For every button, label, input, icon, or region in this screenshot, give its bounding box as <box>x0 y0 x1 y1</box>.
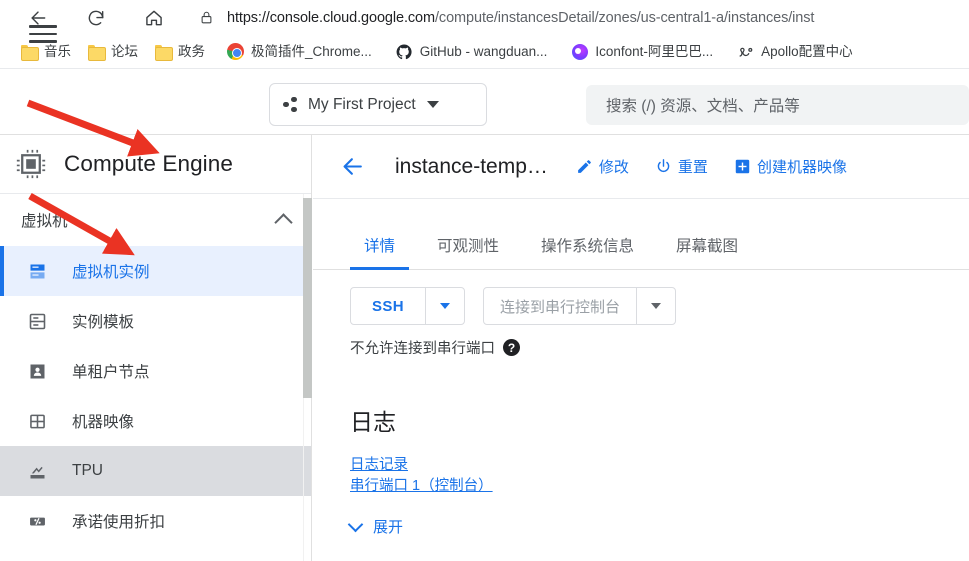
sidebar: Compute Engine 虚拟机 虚拟机实例 实例模板 单租户节点 机器映像… <box>0 135 312 561</box>
project-dots-icon <box>282 96 300 114</box>
url-path: /compute/instancesDetail/zones/us-centra… <box>435 9 815 26</box>
bookmark-github[interactable]: GitHub - wangduan... <box>390 39 554 65</box>
tpu-icon <box>26 460 48 482</box>
search-placeholder: 搜索 (/) 资源、文档、产品等 <box>606 98 800 115</box>
sidebar-group-label: 虚拟机 <box>21 213 68 230</box>
detail-tabs: 详情 可观测性 操作系统信息 屏幕截图 <box>313 218 969 270</box>
page-title: instance-temp… <box>395 154 548 178</box>
url-scheme-host: https:// <box>227 9 270 26</box>
logging-link[interactable]: 日志记录 <box>350 455 408 476</box>
bookmark-iconfont[interactable]: Iconfont-阿里巴巴... <box>565 39 719 65</box>
chevron-up-icon[interactable] <box>274 212 293 232</box>
chevron-down-icon <box>347 516 364 533</box>
main-menu-icon[interactable] <box>29 25 57 43</box>
instance-template-icon <box>26 310 48 332</box>
log-links: 日志记录 串行端口 1（控制台） <box>313 455 969 497</box>
serial-port-1-link[interactable]: 串行端口 1（控制台） <box>350 476 493 497</box>
product-title: Compute Engine <box>64 151 234 176</box>
create-machine-image-button[interactable]: 创建机器映像 <box>734 156 847 177</box>
sole-tenant-node-icon <box>26 360 48 382</box>
serial-console-split-button[interactable]: 连接到串行控制台 <box>483 287 677 325</box>
bookmark-forum[interactable]: 论坛 <box>81 39 144 65</box>
expand-label: 展开 <box>373 519 404 536</box>
create-machine-image-label: 创建机器映像 <box>756 159 847 176</box>
reset-button-label: 重置 <box>677 159 708 176</box>
chrome-store-icon <box>227 43 244 60</box>
sidebar-item-sole-tenant-nodes[interactable]: 单租户节点 <box>0 346 311 396</box>
bookmarks-bar: 音乐 论坛 政务 极简插件_Chrome... GitHub - wangdua… <box>0 35 969 69</box>
browser-reload-icon[interactable] <box>80 2 112 34</box>
address-bar[interactable]: https://console.cloud.google.com/compute… <box>185 1 969 34</box>
serial-port-note-text: 不允许连接到串行端口 <box>350 341 495 357</box>
project-name: My First Project <box>308 95 416 113</box>
logs-section-title: 日志 <box>350 409 396 435</box>
apollo-icon <box>737 43 754 60</box>
serial-console-dropdown-button[interactable] <box>637 288 675 324</box>
folder-icon <box>20 43 39 61</box>
chevron-down-icon <box>426 101 439 108</box>
tab-screenshot[interactable]: 屏幕截图 <box>662 234 752 269</box>
folder-icon <box>87 43 106 61</box>
power-icon <box>655 158 672 175</box>
connect-actions-row: SSH 连接到串行控制台 <box>313 287 969 325</box>
vm-instance-icon <box>26 260 48 282</box>
sidebar-item-tpu[interactable]: TPU <box>0 446 311 496</box>
back-arrow-icon[interactable] <box>339 154 365 180</box>
machine-image-icon <box>26 410 48 432</box>
serial-port-note: 不允许连接到串行端口 ? <box>313 337 969 358</box>
sidebar-item-label: 单租户节点 <box>72 364 150 381</box>
sidebar-item-label: 虚拟机实例 <box>72 264 150 281</box>
edit-button-label: 修改 <box>598 159 629 176</box>
sidebar-item-instance-templates[interactable]: 实例模板 <box>0 296 311 346</box>
chevron-down-icon <box>440 303 451 309</box>
expand-toggle[interactable]: 展开 <box>313 516 969 537</box>
sidebar-item-label: 机器映像 <box>72 414 135 431</box>
bookmark-government[interactable]: 政务 <box>148 39 211 65</box>
project-selector[interactable]: My First Project <box>269 83 487 126</box>
github-icon <box>396 43 413 60</box>
ssh-dropdown-button[interactable] <box>426 288 464 324</box>
sidebar-item-label: 承诺使用折扣 <box>72 514 166 531</box>
sidebar-item-vm-instances[interactable]: 虚拟机实例 <box>0 246 311 296</box>
tab-details[interactable]: 详情 <box>350 234 410 270</box>
sidebar-scrollbar-thumb[interactable] <box>303 198 312 398</box>
sidebar-item-label: TPU <box>72 462 103 479</box>
url-text: https://console.cloud.google.com/compute… <box>227 9 815 26</box>
browser-toolbar: https://console.cloud.google.com/compute… <box>0 0 969 35</box>
sidebar-item-label: 实例模板 <box>72 314 135 331</box>
edit-button[interactable]: 修改 <box>576 156 629 177</box>
browser-home-icon[interactable] <box>138 2 170 34</box>
tab-observability[interactable]: 可观测性 <box>423 234 513 269</box>
pencil-icon <box>576 158 593 175</box>
reset-button[interactable]: 重置 <box>655 156 708 177</box>
ssh-split-button[interactable]: SSH <box>350 287 466 325</box>
tab-os-info[interactable]: 操作系统信息 <box>527 234 648 269</box>
folder-icon <box>154 43 173 61</box>
main-content: instance-temp… 修改 重置 创建机器映像 详情 可观测性 操作系统… <box>313 135 969 561</box>
sidebar-group-vm[interactable]: 虚拟机 <box>0 194 311 246</box>
ssh-button[interactable]: SSH <box>351 288 425 324</box>
bookmark-chrome-extension[interactable]: 极简插件_Chrome... <box>221 39 378 65</box>
bookmark-apollo[interactable]: Apollo配置中心 <box>731 39 859 65</box>
chevron-down-icon <box>651 303 662 309</box>
sidebar-item-committed-use-discounts[interactable]: 承诺使用折扣 <box>0 496 311 546</box>
product-title-row: Compute Engine <box>0 135 311 194</box>
iconfont-icon <box>571 43 588 60</box>
sidebar-item-machine-images[interactable]: 机器映像 <box>0 396 311 446</box>
compute-engine-icon <box>14 147 48 181</box>
instance-detail-header: instance-temp… 修改 重置 创建机器映像 <box>313 135 969 199</box>
browser-window: https://console.cloud.google.com/compute… <box>0 0 969 561</box>
help-icon[interactable]: ? <box>503 339 520 356</box>
lock-icon <box>199 9 214 26</box>
serial-console-button[interactable]: 连接到串行控制台 <box>484 288 636 324</box>
plus-box-icon <box>734 158 751 175</box>
search-input[interactable]: 搜索 (/) 资源、文档、产品等 <box>586 85 969 125</box>
header-actions: 修改 重置 创建机器映像 <box>576 156 847 177</box>
percent-discount-icon <box>26 510 48 532</box>
